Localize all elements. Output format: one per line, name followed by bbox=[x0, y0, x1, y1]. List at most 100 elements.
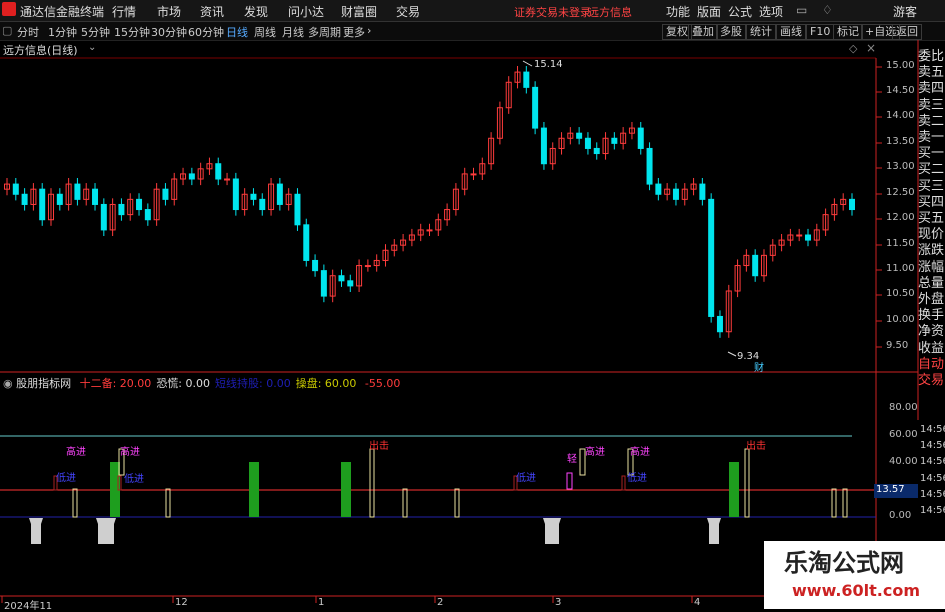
candle-body bbox=[584, 137, 591, 149]
indicator-value: -55.00 bbox=[361, 377, 401, 390]
green-bar bbox=[341, 462, 351, 517]
candle-body bbox=[259, 198, 266, 211]
gray-bar bbox=[707, 518, 721, 544]
price-tick: 14.00 bbox=[886, 110, 915, 121]
candle-body bbox=[849, 198, 855, 211]
signal-label: 高进 bbox=[120, 447, 140, 458]
signal-label: 轻 bbox=[567, 454, 577, 465]
gray-bar bbox=[29, 518, 43, 544]
chart-canvas bbox=[0, 40, 919, 603]
time-label: 14:56 bbox=[920, 472, 945, 484]
green-bar bbox=[249, 462, 259, 517]
yellow-bar bbox=[842, 488, 848, 518]
watermark-url: www.60lt.com bbox=[792, 581, 921, 600]
date-tick: 12 bbox=[175, 597, 188, 608]
price-tick: 14.50 bbox=[886, 85, 915, 96]
indicator-value: 恐慌: 0.00 bbox=[156, 377, 211, 390]
candle-body bbox=[92, 188, 99, 205]
price-tick: 10.50 bbox=[886, 288, 915, 299]
candle-body bbox=[224, 178, 231, 181]
candle-body bbox=[716, 315, 723, 333]
sidebar-item[interactable]: 交易 bbox=[918, 369, 944, 388]
yellow-bar bbox=[831, 488, 837, 518]
date-tick: 3 bbox=[555, 597, 562, 608]
chart-header: 远方信息(日线) bbox=[3, 44, 78, 57]
indicator-tick: 60.00 bbox=[889, 429, 918, 440]
price-tick: 13.00 bbox=[886, 161, 915, 172]
candle-body bbox=[752, 254, 759, 277]
time-label: 14:56 bbox=[920, 505, 945, 516]
candle-body bbox=[303, 224, 310, 261]
indicator-tick: 80.00 bbox=[889, 402, 918, 413]
yellow-bar bbox=[72, 488, 78, 518]
yellow-bar bbox=[454, 488, 460, 518]
candle-body bbox=[646, 147, 653, 185]
price-tick: 12.00 bbox=[886, 212, 915, 223]
candle-body bbox=[611, 137, 618, 144]
candle-body bbox=[532, 86, 539, 129]
settings-icon[interactable]: ◇ bbox=[849, 42, 857, 55]
quote-sidebar: 委比 卖五 卖四 卖三 卖二 卖一 买一 买二 买三 买四 买五 现价 涨跌 涨幅 总量 外盘 换手 净资 收益 自动… bbox=[918, 40, 945, 420]
candle-body bbox=[804, 234, 811, 241]
high-marker bbox=[522, 60, 533, 67]
indicator-tick: 40.00 bbox=[889, 456, 918, 467]
time-label: 14:56 bbox=[920, 440, 945, 452]
price-tick: 13.50 bbox=[886, 136, 915, 147]
collapse-icon[interactable]: ◉ bbox=[3, 377, 13, 390]
yellow-bar bbox=[369, 448, 375, 518]
watermark: 乐淘公式网 www.60lt.com bbox=[764, 541, 945, 609]
candle-body bbox=[250, 193, 257, 200]
yellow-bar bbox=[165, 488, 171, 518]
candle-body bbox=[215, 163, 222, 180]
time-label: 14:56 bbox=[920, 424, 945, 435]
candle-body bbox=[144, 209, 151, 221]
indicator-value: 十二备: 20.00 bbox=[79, 377, 152, 390]
chevron-down-icon[interactable]: ⌄ bbox=[88, 42, 96, 53]
candlestick-series bbox=[4, 60, 855, 357]
indicator-value: 短线持股: 0.00 bbox=[215, 377, 291, 390]
candle-body bbox=[39, 188, 46, 221]
candle-body bbox=[276, 183, 283, 205]
time-label: 14:56 bbox=[920, 456, 945, 468]
candle-body bbox=[708, 198, 715, 317]
candle-body bbox=[470, 173, 477, 176]
indicator-value: 操盘: 60.00 bbox=[295, 377, 357, 390]
candle-body bbox=[12, 183, 19, 195]
candle-body bbox=[426, 229, 433, 232]
finance-badge[interactable]: 财 bbox=[754, 359, 764, 374]
signal-label: 高进 bbox=[585, 447, 605, 458]
date-tick: 1 bbox=[318, 597, 325, 608]
candle-body bbox=[162, 188, 169, 200]
candle-body bbox=[100, 203, 107, 231]
signal-label: 低进 bbox=[627, 473, 647, 484]
yellow-bar bbox=[744, 448, 750, 518]
candle-body bbox=[347, 280, 354, 287]
indicator-name[interactable]: 股朋指标网 bbox=[16, 377, 71, 390]
candle-body bbox=[338, 275, 345, 282]
indicator-header: ◉ 股朋指标网 十二备: 20.00 恐慌: 0.00 短线持股: 0.00 操盘: … bbox=[3, 375, 400, 391]
close-icon[interactable]: × bbox=[866, 41, 876, 55]
price-tick: 11.50 bbox=[886, 238, 915, 249]
yellow-bar bbox=[402, 488, 408, 518]
signal-label: 低进 bbox=[516, 473, 536, 484]
price-tick: 11.00 bbox=[886, 263, 915, 274]
time-label: 14:56 bbox=[920, 488, 945, 500]
candle-body bbox=[576, 132, 583, 139]
date-tick: 2024年11 bbox=[4, 601, 53, 612]
watermark-title: 乐淘公式网 bbox=[784, 548, 904, 577]
current-value-badge: 13.57 bbox=[874, 484, 918, 498]
date-tick: 2 bbox=[437, 597, 444, 608]
candle-body bbox=[593, 147, 600, 155]
price-tick: 10.00 bbox=[886, 314, 915, 325]
candle-body bbox=[523, 71, 530, 88]
signal-label: 出击 bbox=[369, 441, 389, 452]
magenta-bar bbox=[566, 472, 573, 490]
price-tick: 12.50 bbox=[886, 187, 915, 198]
candle-body bbox=[540, 127, 547, 165]
date-tick: 4 bbox=[694, 597, 701, 608]
signal-label: 低进 bbox=[56, 473, 76, 484]
candle-body bbox=[232, 178, 239, 211]
candle-body bbox=[188, 173, 195, 180]
signal-label: 高进 bbox=[630, 447, 650, 458]
candle-body bbox=[118, 203, 125, 216]
